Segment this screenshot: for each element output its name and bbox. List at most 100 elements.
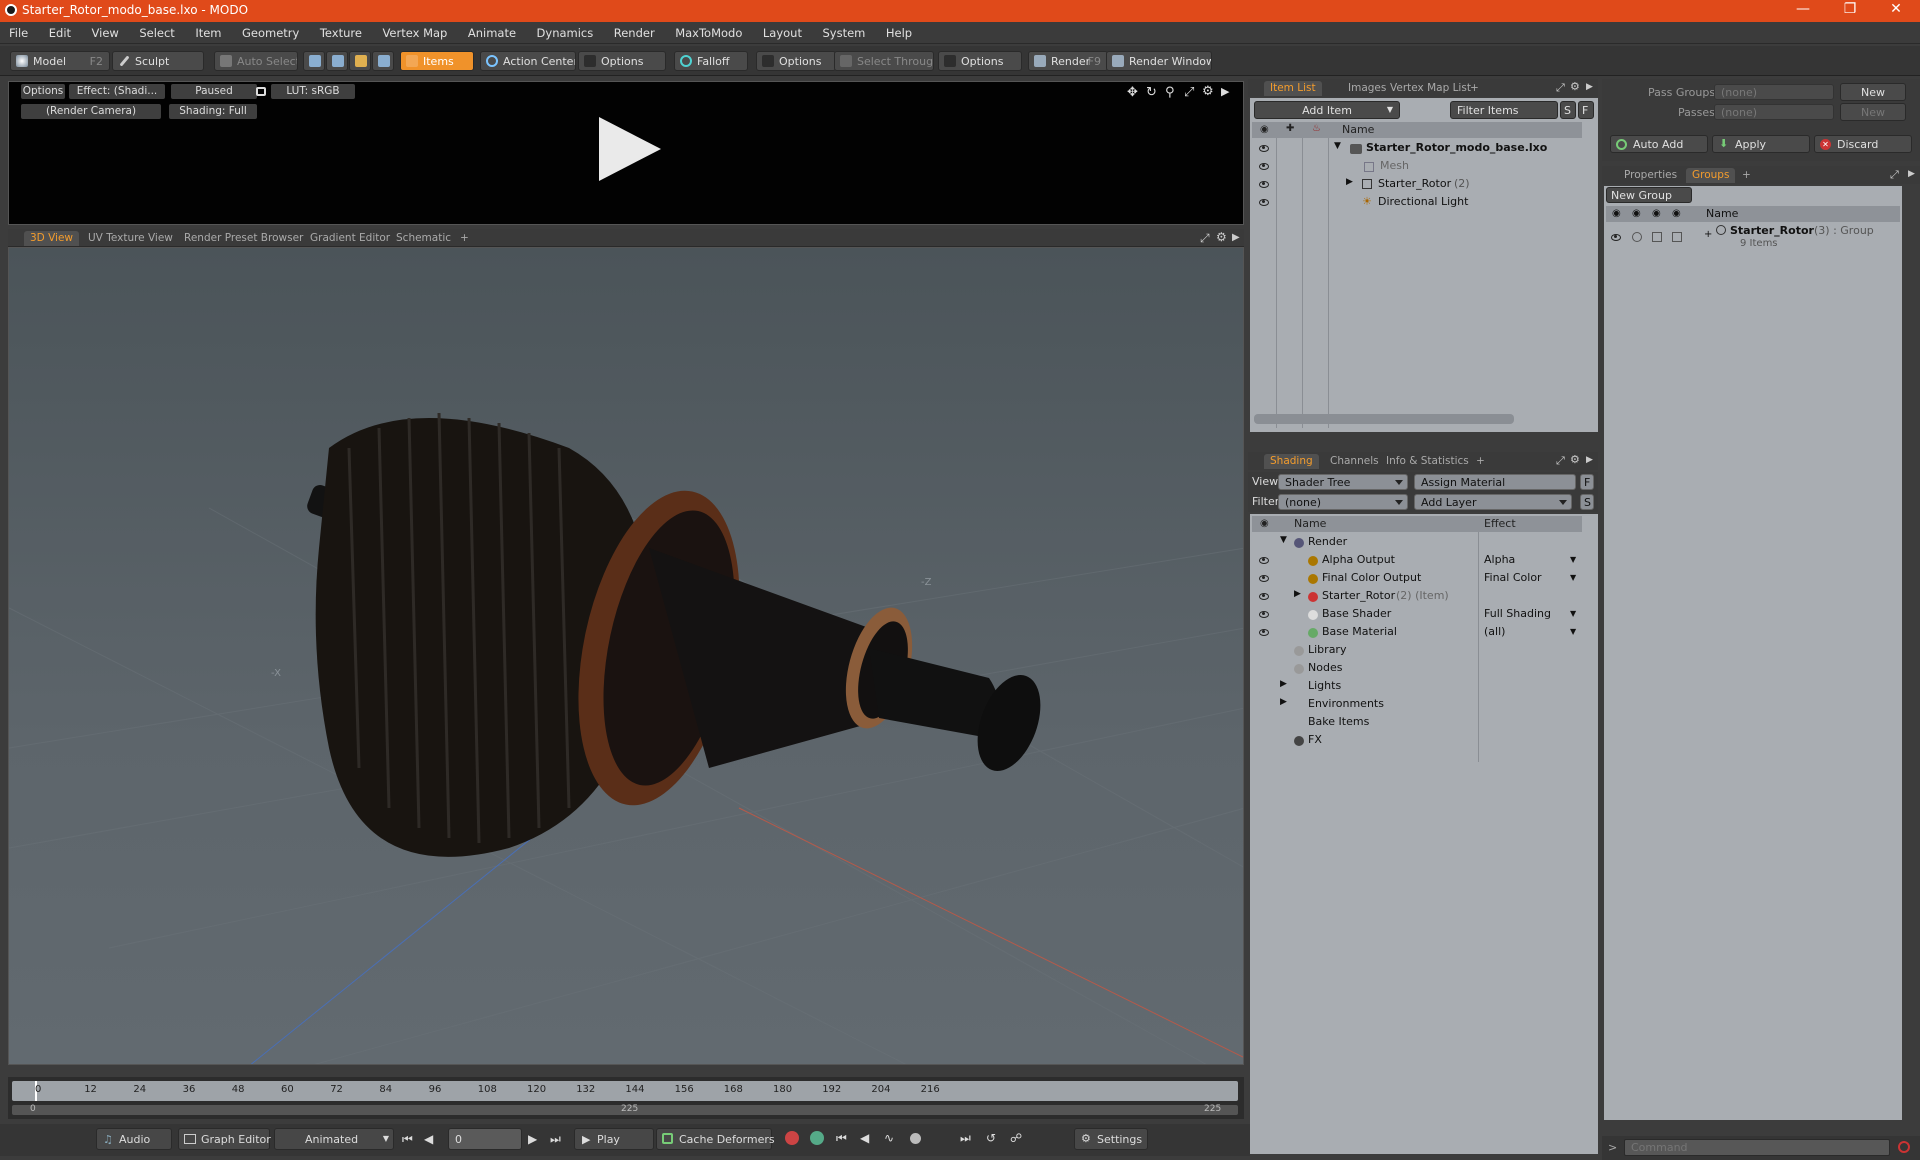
gear-icon[interactable]: ⚙ — [1570, 453, 1580, 466]
maximize-icon[interactable]: ⤢ — [1200, 231, 1210, 246]
view-dropdown[interactable]: Shader Tree — [1278, 474, 1408, 490]
filter-f-button[interactable]: F — [1578, 101, 1594, 119]
action-center-options-button[interactable]: Options — [578, 51, 666, 71]
jump-start-icon[interactable]: ⏮ — [402, 1132, 413, 1147]
move-icon[interactable]: ✥ — [1127, 85, 1138, 100]
expand-arrow-icon[interactable]: ▶ — [1908, 169, 1915, 179]
shading-s-button[interactable]: S — [1580, 494, 1594, 510]
menu-layout[interactable]: Layout — [754, 22, 810, 40]
expand-arrow-icon[interactable]: ▶ — [1586, 82, 1593, 92]
restore-icon[interactable]: ❐ — [1830, 1, 1870, 17]
model-mode-button[interactable]: Model F2 — [10, 51, 110, 71]
preview-lut-dropdown[interactable]: LUT: sRGB — [271, 84, 355, 99]
shader-row-render[interactable]: ▼ Render — [1252, 534, 1582, 552]
auto-add-button[interactable]: Auto Add — [1610, 135, 1708, 153]
maximize-icon[interactable]: ⤢ — [1556, 454, 1565, 468]
eye-icon[interactable] — [1259, 145, 1269, 152]
command-history-icon[interactable] — [1898, 1141, 1910, 1153]
action-center-button[interactable]: Action Center — [480, 51, 576, 71]
settings-button[interactable]: ⚙ Settings — [1074, 1128, 1148, 1150]
menu-edit[interactable]: Edit — [40, 22, 79, 40]
menu-animate[interactable]: Animate — [459, 22, 524, 40]
graph-editor-button[interactable]: Graph Editor — [178, 1128, 271, 1150]
tab-3d-view[interactable]: 3D View — [24, 231, 80, 246]
assign-material-dropdown[interactable]: Assign Material — [1414, 474, 1576, 490]
record-icon[interactable] — [910, 1133, 921, 1144]
eye-icon[interactable] — [1259, 611, 1269, 618]
edges-mode-button[interactable] — [326, 51, 348, 71]
tab-schematic[interactable]: Schematic — [390, 231, 457, 246]
preview-shading-dropdown[interactable]: Shading: Full — [169, 104, 257, 119]
shader-row-environments[interactable]: ▶ Environments — [1252, 696, 1582, 714]
add-tab-button[interactable]: + — [1736, 168, 1757, 183]
link-icon[interactable]: ☍ — [1010, 1131, 1022, 1145]
maximize-icon[interactable]: ⤢ — [1556, 81, 1565, 95]
shader-row-final-color-output[interactable]: Final Color Output Final Color ▼ — [1252, 570, 1582, 588]
tab-shading[interactable]: Shading — [1264, 454, 1319, 469]
tab-channels[interactable]: Channels — [1324, 454, 1385, 469]
expand-arrow-icon[interactable]: ▶ — [1346, 177, 1353, 187]
discard-button[interactable]: ✕ Discard — [1814, 135, 1912, 153]
new-group-button[interactable]: New Group — [1606, 187, 1692, 203]
shader-row-base-material[interactable]: Base Material (all) ▼ — [1252, 624, 1582, 642]
expand-arrow-icon[interactable]: ▼ — [1280, 535, 1287, 545]
filter-items-input[interactable]: Filter Items — [1450, 101, 1558, 119]
key-icon[interactable] — [785, 1131, 799, 1145]
menu-texture[interactable]: Texture — [311, 22, 370, 40]
shader-row-alpha-output[interactable]: Alpha Output Alpha ▼ — [1252, 552, 1582, 570]
chevron-down-icon[interactable]: ▼ — [1570, 555, 1576, 564]
filter-dropdown[interactable]: (none) — [1278, 494, 1408, 510]
eye-icon[interactable] — [1259, 199, 1269, 206]
menu-render[interactable]: Render — [605, 22, 663, 40]
eye-icon[interactable] — [1259, 629, 1269, 636]
expand-arrow-icon[interactable]: ▶ — [1232, 232, 1240, 243]
tab-gradient-editor[interactable]: Gradient Editor — [304, 231, 396, 246]
menu-system[interactable]: System — [813, 22, 873, 40]
menu-file[interactable]: File — [0, 22, 36, 40]
tab-vertex-map-list[interactable]: Vertex Map List — [1384, 81, 1477, 96]
preview-paused-button[interactable]: Paused — [171, 84, 257, 99]
shader-row-library[interactable]: Library — [1252, 642, 1582, 660]
sculpt-mode-button[interactable]: Sculpt — [112, 51, 204, 71]
prev-key-icon[interactable]: ⏮ — [836, 1131, 847, 1146]
tab-groups[interactable]: Groups — [1686, 168, 1736, 183]
render-toggle-icon[interactable] — [1632, 232, 1642, 242]
shader-row-lights[interactable]: ▶ Lights — [1252, 678, 1582, 696]
menu-dynamics[interactable]: Dynamics — [528, 22, 602, 40]
play-icon[interactable] — [599, 117, 661, 181]
add-tab-button[interactable]: + — [1464, 81, 1485, 96]
add-item-dropdown[interactable]: Add Item ▼ — [1254, 101, 1400, 119]
preview-camera-dropdown[interactable]: (Render Camera) — [21, 104, 161, 119]
polygons-mode-button[interactable] — [349, 51, 371, 71]
shader-row-base-shader[interactable]: Base Shader Full Shading ▼ — [1252, 606, 1582, 624]
lock-checkbox[interactable] — [1652, 232, 1662, 242]
add-tab-button[interactable]: + — [454, 231, 475, 246]
rotate-icon[interactable]: ↻ — [1146, 85, 1157, 100]
select-through-button[interactable]: Select Through — [834, 51, 934, 71]
apply-button[interactable]: ⬇ Apply — [1712, 135, 1810, 153]
gear-icon[interactable]: ⚙ — [1216, 230, 1227, 244]
new-pass-group-button[interactable]: New — [1840, 83, 1906, 101]
pass-groups-dropdown[interactable]: (none) — [1714, 84, 1834, 100]
eye-icon[interactable] — [1259, 593, 1269, 600]
eye-icon[interactable] — [1611, 234, 1621, 241]
maximize-icon[interactable]: ⤢ — [1184, 85, 1194, 100]
falloff-button[interactable]: Falloff — [674, 51, 748, 71]
command-input[interactable] — [1624, 1139, 1890, 1156]
gear-icon[interactable]: ⚙ — [1202, 84, 1214, 99]
zoom-icon[interactable]: ⚲ — [1165, 85, 1175, 100]
shading-f-button[interactable]: F — [1580, 474, 1594, 490]
tab-uv-texture-view[interactable]: UV Texture View — [82, 231, 179, 246]
expand-arrow-icon[interactable]: ▼ — [1334, 141, 1341, 151]
timeline[interactable]: 0 225 225 0 12 24 36 48 60 72 84 96 108 120 132 144 1… — [8, 1077, 1244, 1119]
3d-viewport[interactable]: -Z -X — [8, 247, 1244, 1065]
frame-input[interactable]: 0 — [448, 1128, 522, 1150]
menu-geometry[interactable]: Geometry — [233, 22, 307, 40]
select-through-options-button[interactable]: Options — [938, 51, 1022, 71]
eye-icon[interactable] — [1259, 575, 1269, 582]
cache-deformers-button[interactable]: Cache Deformers — [656, 1128, 775, 1150]
chevron-down-icon[interactable]: ▼ — [1570, 573, 1576, 582]
expand-arrow-icon[interactable]: ▶ — [1221, 85, 1229, 98]
auto-key-icon[interactable] — [810, 1131, 824, 1145]
menu-select[interactable]: Select — [130, 22, 182, 40]
